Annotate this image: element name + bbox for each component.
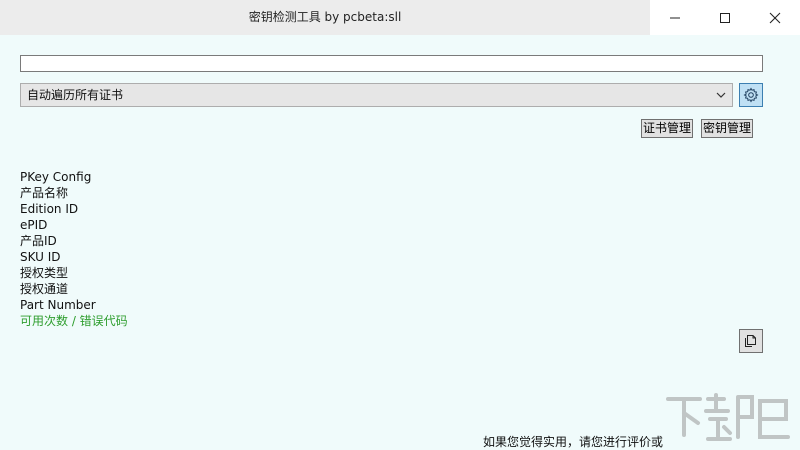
cert-select-dropdown[interactable]: 自动遍历所有证书 [20, 83, 733, 107]
close-icon [769, 12, 781, 23]
info-edition-id: Edition ID [20, 202, 79, 216]
window-title: 密钥检测工具 by pcbeta:sll [248, 10, 402, 24]
settings-button[interactable] [739, 83, 763, 107]
info-license-type: 授权类型 [20, 266, 69, 280]
title-bar: 密钥检测工具 by pcbeta:sll [0, 0, 800, 35]
maximize-button[interactable] [700, 0, 750, 35]
info-product-name: 产品名称 [20, 186, 69, 200]
footer-text: 如果您觉得实用，请您进行评价或 [483, 435, 664, 449]
info-uses-error-code: 可用次数 / 错误代码 [20, 314, 128, 328]
info-part-number: Part Number [20, 298, 96, 312]
gear-icon [743, 87, 759, 103]
chevron-down-icon [716, 92, 726, 98]
maximize-icon [720, 12, 730, 23]
info-epid: ePID [20, 218, 48, 232]
minimize-icon [670, 17, 680, 18]
info-sku-id: SKU ID [20, 250, 61, 264]
watermark-logo [666, 393, 790, 441]
minimize-button[interactable] [650, 0, 700, 35]
info-panel: PKey Config 产品名称 Edition ID ePID 产品ID SK… [20, 169, 128, 329]
info-pkey-config: PKey Config [20, 170, 92, 184]
info-license-channel: 授权通道 [20, 282, 69, 296]
close-button[interactable] [750, 0, 800, 35]
key-manage-button[interactable]: 密钥管理 [701, 119, 753, 138]
copy-icon [745, 335, 756, 347]
key-input[interactable] [20, 55, 763, 72]
cert-manage-button[interactable]: 证书管理 [641, 119, 693, 138]
copy-button[interactable] [739, 329, 763, 353]
cert-select-value: 自动遍历所有证书 [27, 88, 124, 102]
info-product-id: 产品ID [20, 234, 57, 248]
